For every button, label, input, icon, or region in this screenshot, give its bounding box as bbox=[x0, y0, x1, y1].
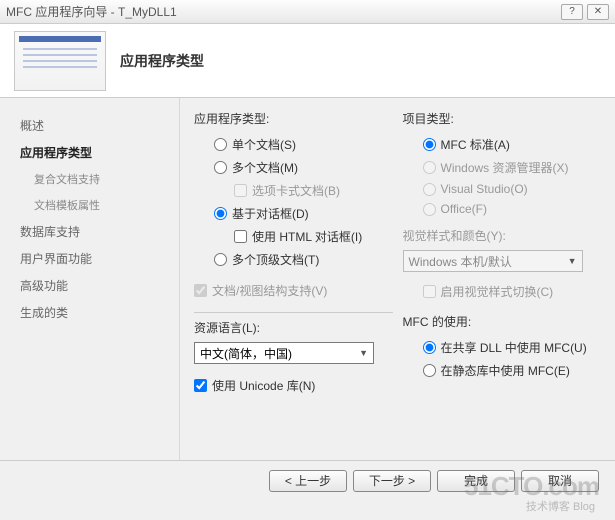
separator bbox=[194, 312, 393, 313]
combo-resource-language-value: 中文(简体，中国) bbox=[200, 345, 292, 362]
checkbox-tabbed-doc bbox=[234, 184, 247, 197]
radio-dialog-based[interactable] bbox=[214, 207, 227, 220]
label-visual-style: 视觉样式和颜色(Y): bbox=[403, 227, 602, 244]
radio-windows-explorer bbox=[423, 161, 436, 174]
label-resource-language: 资源语言(L): bbox=[194, 319, 393, 336]
window-title: MFC 应用程序向导 - T_MyDLL1 bbox=[6, 3, 177, 20]
sidebar-item-ui-features[interactable]: 用户界面功能 bbox=[20, 245, 179, 272]
opt-mfc-standard[interactable]: MFC 标准(A) bbox=[403, 133, 602, 156]
sidebar: 概述 应用程序类型 复合文档支持 文档模板属性 数据库支持 用户界面功能 高级功… bbox=[0, 98, 180, 460]
opt-mfc-static-lib[interactable]: 在静态库中使用 MFC(E) bbox=[403, 359, 602, 382]
content: 应用程序类型: 单个文档(S) 多个文档(M) 选项卡式文档(B) 基于对话框(… bbox=[180, 98, 615, 460]
opt-visual-studio: Visual Studio(O) bbox=[403, 179, 602, 199]
watermark-sub: 技术博客 Blog bbox=[526, 498, 595, 514]
opt-mfc-shared-dll[interactable]: 在共享 DLL 中使用 MFC(U) bbox=[403, 336, 602, 359]
label-app-type: 应用程序类型: bbox=[194, 110, 393, 127]
opt-visual-style-switch: 启用视觉样式切换(C) bbox=[403, 280, 602, 303]
radio-mfc-static-lib[interactable] bbox=[423, 364, 436, 377]
opt-html-dialog[interactable]: 使用 HTML 对话框(I) bbox=[194, 225, 393, 248]
right-column: 项目类型: MFC 标准(A) Windows 资源管理器(X) Visual … bbox=[403, 110, 602, 448]
opt-single-doc[interactable]: 单个文档(S) bbox=[194, 133, 393, 156]
radio-office bbox=[423, 203, 436, 216]
cancel-button[interactable]: 取消 bbox=[521, 470, 599, 492]
radio-multi-doc[interactable] bbox=[214, 161, 227, 174]
sidebar-item-generated-classes[interactable]: 生成的类 bbox=[20, 299, 179, 326]
chevron-down-icon: ▼ bbox=[359, 348, 368, 358]
wizard-preview-icon bbox=[14, 31, 106, 91]
help-button[interactable]: ? bbox=[561, 4, 583, 20]
sidebar-item-database[interactable]: 数据库支持 bbox=[20, 218, 179, 245]
opt-windows-explorer: Windows 资源管理器(X) bbox=[403, 156, 602, 179]
prev-button[interactable]: < 上一步 bbox=[269, 470, 347, 492]
combo-visual-style-value: Windows 本机/默认 bbox=[409, 253, 512, 270]
chevron-down-icon: ▼ bbox=[568, 256, 577, 266]
left-column: 应用程序类型: 单个文档(S) 多个文档(M) 选项卡式文档(B) 基于对话框(… bbox=[194, 110, 393, 448]
radio-single-doc[interactable] bbox=[214, 138, 227, 151]
opt-office: Office(F) bbox=[403, 199, 602, 219]
sidebar-item-app-type[interactable]: 应用程序类型 bbox=[20, 139, 179, 166]
combo-visual-style: Windows 本机/默认 ▼ bbox=[403, 250, 583, 272]
opt-tabbed-doc: 选项卡式文档(B) bbox=[194, 179, 393, 202]
label-mfc-use: MFC 的使用: bbox=[403, 313, 602, 330]
radio-top-level-docs[interactable] bbox=[214, 253, 227, 266]
body: 概述 应用程序类型 复合文档支持 文档模板属性 数据库支持 用户界面功能 高级功… bbox=[0, 98, 615, 460]
label-project-type: 项目类型: bbox=[403, 110, 602, 127]
opt-dialog-based[interactable]: 基于对话框(D) bbox=[194, 202, 393, 225]
sidebar-item-compound-doc[interactable]: 复合文档支持 bbox=[20, 166, 179, 192]
header: 应用程序类型 bbox=[0, 24, 615, 98]
radio-mfc-shared-dll[interactable] bbox=[423, 341, 436, 354]
close-button[interactable]: ✕ bbox=[587, 4, 609, 20]
opt-doc-view-support: 文档/视图结构支持(V) bbox=[194, 279, 393, 302]
footer: < 上一步 下一步 > 完成 取消 bbox=[0, 460, 615, 500]
opt-multi-doc[interactable]: 多个文档(M) bbox=[194, 156, 393, 179]
sidebar-item-advanced[interactable]: 高级功能 bbox=[20, 272, 179, 299]
finish-button[interactable]: 完成 bbox=[437, 470, 515, 492]
opt-top-level-docs[interactable]: 多个顶级文档(T) bbox=[194, 248, 393, 271]
combo-resource-language[interactable]: 中文(简体，中国) ▼ bbox=[194, 342, 374, 364]
checkbox-html-dialog[interactable] bbox=[234, 230, 247, 243]
sidebar-item-doc-template[interactable]: 文档模板属性 bbox=[20, 192, 179, 218]
opt-unicode[interactable]: 使用 Unicode 库(N) bbox=[194, 374, 393, 397]
page-title: 应用程序类型 bbox=[120, 51, 204, 71]
radio-visual-studio bbox=[423, 183, 436, 196]
sidebar-item-overview[interactable]: 概述 bbox=[20, 112, 179, 139]
radio-mfc-standard[interactable] bbox=[423, 138, 436, 151]
titlebar: MFC 应用程序向导 - T_MyDLL1 ? ✕ bbox=[0, 0, 615, 24]
next-button[interactable]: 下一步 > bbox=[353, 470, 431, 492]
checkbox-doc-view-support bbox=[194, 284, 207, 297]
checkbox-visual-style-switch bbox=[423, 285, 436, 298]
checkbox-unicode[interactable] bbox=[194, 379, 207, 392]
